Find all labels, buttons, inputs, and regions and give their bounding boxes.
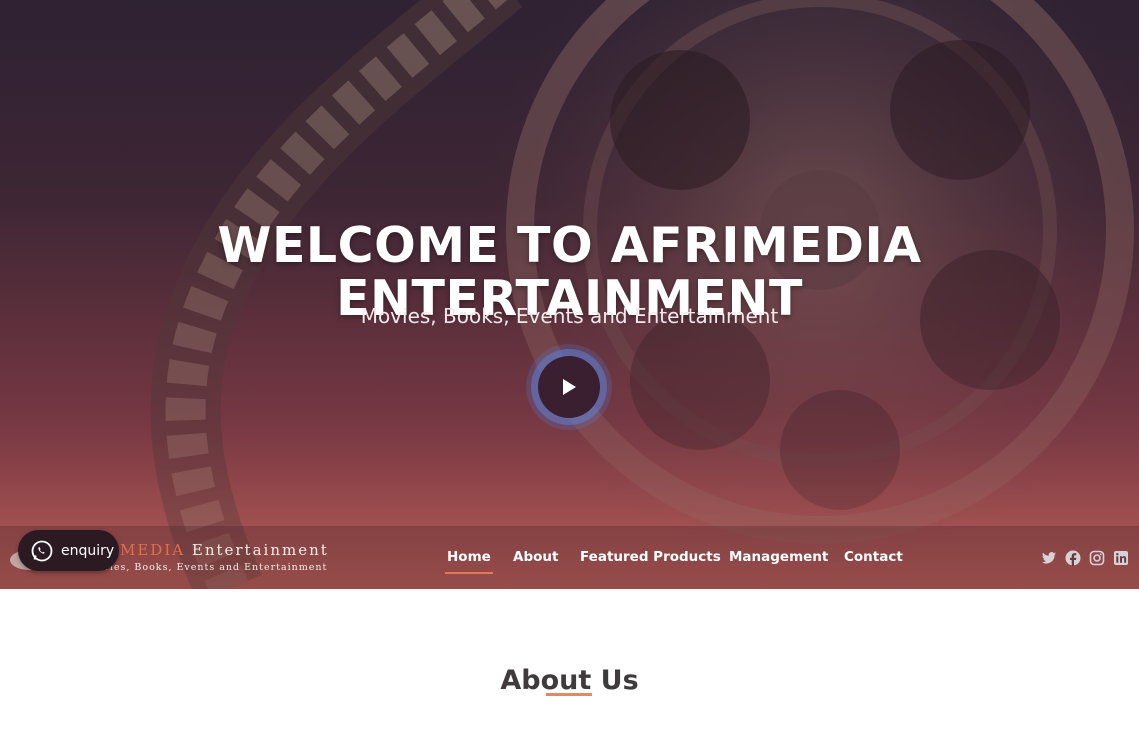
whatsapp-icon — [31, 540, 53, 561]
hero-section: WELCOME TO AFRIMEDIA ENTERTAINMENT Movie… — [0, 0, 1139, 589]
nav-about[interactable]: About — [513, 549, 558, 565]
main-navbar: MEDIA Entertainment Movies, Books, Event… — [0, 526, 1139, 589]
brand-name-accent: MEDIA — [120, 541, 186, 559]
nav-home[interactable]: Home — [445, 549, 493, 574]
brand-name: MEDIA Entertainment — [120, 541, 329, 559]
brand-name-rest: Entertainment — [191, 541, 329, 559]
facebook-icon[interactable] — [1065, 550, 1081, 566]
about-heading-underline — [546, 693, 592, 696]
play-button-ring — [531, 349, 607, 425]
linkedin-icon[interactable] — [1113, 550, 1129, 566]
nav-featured-products[interactable]: Featured Products — [580, 549, 721, 565]
hero-subtitle: Movies, Books, Events and Entertainment — [360, 304, 779, 328]
hero-title-line-1: WELCOME TO AFRIMEDIA — [217, 216, 922, 274]
play-video-button[interactable] — [526, 344, 612, 430]
nav-contact[interactable]: Contact — [844, 549, 903, 565]
twitter-icon[interactable] — [1041, 550, 1057, 566]
nav-management[interactable]: Management — [729, 549, 828, 565]
enquiry-label: enquiry — [61, 542, 115, 559]
instagram-icon[interactable] — [1089, 550, 1105, 566]
play-button-core — [538, 356, 600, 418]
about-us-heading: About Us — [500, 665, 639, 697]
enquiry-button[interactable]: enquiry — [18, 530, 119, 571]
play-icon — [563, 379, 576, 395]
social-links — [1041, 550, 1129, 566]
brand-tagline: Movies, Books, Events and Entertainment — [86, 562, 328, 573]
